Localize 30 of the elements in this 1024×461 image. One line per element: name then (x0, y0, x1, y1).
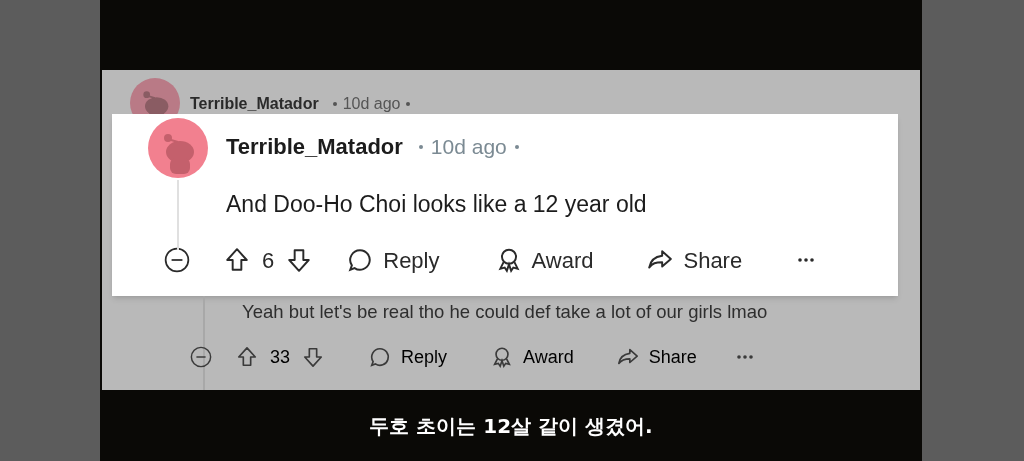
collapse-icon[interactable] (164, 247, 190, 273)
upvote-icon[interactable] (236, 346, 258, 369)
more-icon[interactable] (798, 258, 815, 262)
dot-icon (332, 102, 337, 106)
speech-bubble-icon (369, 346, 392, 369)
upvote-icon[interactable] (224, 247, 250, 273)
share-button[interactable]: Share (647, 243, 743, 277)
downvote-icon[interactable] (286, 247, 313, 273)
award-button[interactable]: Award (491, 343, 574, 371)
reply-button[interactable]: Reply (347, 243, 440, 277)
more-icon[interactable] (736, 355, 753, 360)
timestamp: 10d ago (342, 95, 401, 113)
dot-icon (406, 102, 411, 106)
subtitle: 두호 초이는 12살 같이 생겼어. (369, 412, 653, 440)
downvote-icon[interactable] (302, 346, 325, 369)
reply-button[interactable]: Reply (369, 343, 448, 371)
dot-icon (418, 144, 423, 149)
comment-text: And Doo-Ho Choi looks like a 12 year old (226, 190, 647, 219)
award-button[interactable]: Award (495, 243, 594, 277)
vote-count: 6 (261, 246, 276, 275)
dot-icon (514, 144, 519, 149)
speech-bubble-icon (347, 247, 374, 273)
timestamp: 10d ago (430, 133, 507, 160)
username[interactable]: Terrible_Matador (226, 130, 403, 163)
collapse-icon[interactable] (190, 346, 212, 369)
comment-text: Yeah but let's be real tho he could def take a lot of our girls lmao (242, 300, 768, 324)
username[interactable]: Terrible_Matador (190, 95, 319, 113)
share-button[interactable]: Share (616, 343, 697, 371)
avatar-icon (148, 118, 208, 178)
vote-count: 33 (269, 345, 292, 369)
